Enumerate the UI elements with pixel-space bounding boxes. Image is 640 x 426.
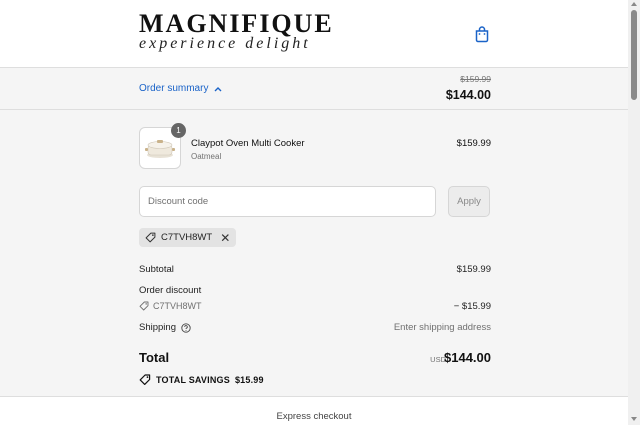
product-price: $159.99 (456, 138, 491, 149)
tag-icon (145, 232, 156, 243)
express-checkout-label: Express checkout (276, 411, 352, 422)
total-savings-label: TOTAL SAVINGS (156, 374, 230, 385)
order-discount-code-row: C7TVH8WT (139, 301, 202, 311)
brand-tagline: experience delight (139, 35, 311, 52)
shipping-row-label: Shipping (139, 322, 191, 333)
applied-discount-chip: C7TVH8WT ✕ (139, 228, 237, 247)
order-discount-code: C7TVH8WT (153, 301, 202, 311)
order-summary-label: Order summary (139, 83, 209, 94)
applied-discount-code: C7TVH8WT (161, 232, 213, 243)
scroll-down-arrow-icon[interactable] (631, 417, 637, 421)
scroll-up-arrow-icon[interactable] (631, 2, 637, 6)
total-label: Total (139, 350, 170, 365)
remove-discount-icon[interactable]: ✕ (220, 232, 230, 244)
order-summary-bar: Order summary $159.99 $144.00 (0, 68, 628, 110)
shipping-label: Shipping (139, 322, 176, 333)
summary-total-price: $144.00 (445, 88, 491, 102)
order-summary-panel: 1 Claypot Oven Multi Cooker Oatmeal $159… (0, 110, 628, 396)
chevron-up-icon (214, 86, 222, 91)
original-price: $159.99 (460, 74, 491, 84)
subtotal-value: $159.99 (456, 264, 491, 275)
tag-icon (139, 374, 151, 385)
discount-code-input[interactable] (139, 186, 436, 217)
order-discount-label: Order discount (139, 285, 202, 296)
page-scrollbar[interactable] (628, 0, 640, 425)
shopping-bag-icon[interactable] (473, 25, 491, 43)
help-circle-icon[interactable] (181, 322, 191, 333)
order-discount-value: − $15.99 (453, 301, 491, 312)
total-value: $144.00 (444, 350, 491, 365)
total-savings: TOTAL SAVINGS $15.99 (139, 374, 264, 385)
shipping-value: Enter shipping address (393, 322, 491, 333)
tag-icon (139, 301, 149, 311)
total-savings-value: $15.99 (234, 374, 264, 385)
site-header: MAGNIFIQUE experience delight (0, 0, 628, 68)
express-checkout-section: Express checkout (0, 396, 628, 426)
product-name: Claypot Oven Multi Cooker (191, 138, 305, 149)
scrollbar-thumb[interactable] (631, 10, 637, 100)
apply-discount-button[interactable]: Apply (448, 186, 490, 217)
subtotal-label: Subtotal (139, 264, 174, 275)
order-summary-toggle[interactable]: Order summary (139, 83, 222, 94)
product-variant: Oatmeal (191, 152, 222, 161)
quantity-badge: 1 (171, 123, 186, 138)
